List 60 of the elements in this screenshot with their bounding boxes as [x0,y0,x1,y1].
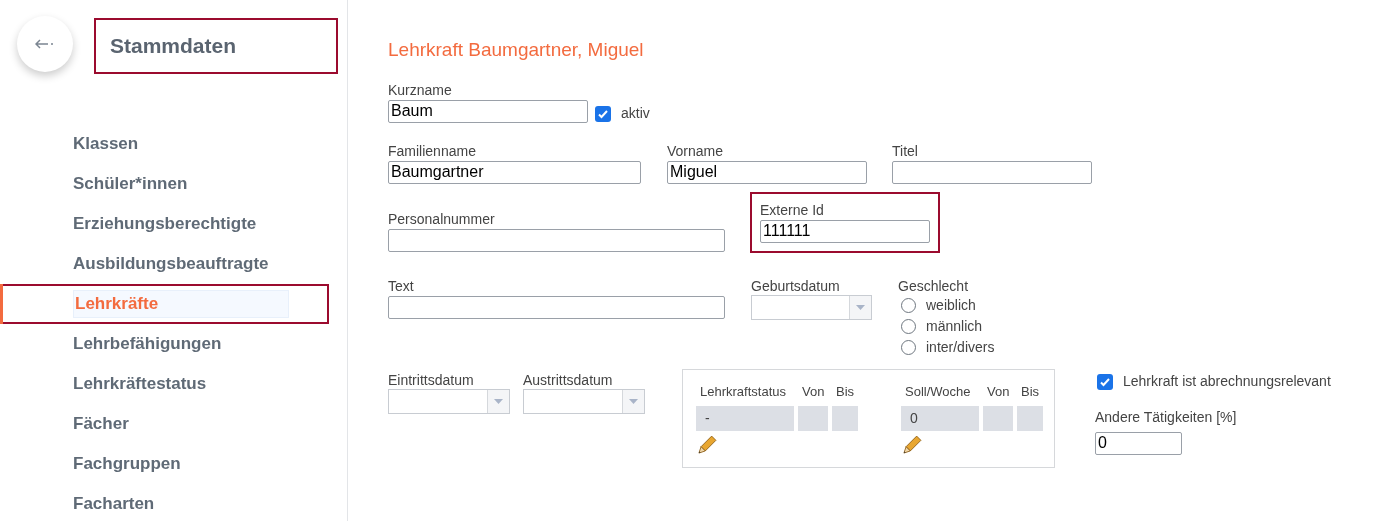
sidebar-item[interactable]: Klassen [73,131,139,157]
sidebar-title: Stammdaten [110,33,237,60]
field-label: Austrittsdatum [523,372,614,389]
sidebar-item[interactable]: Lehrkräftestatus [73,371,207,397]
sidebar-item[interactable]: Schüler*innen [73,171,188,197]
table-cell [798,406,828,431]
column-header: Bis [1020,384,1041,400]
column-header: Bis [835,384,856,400]
radio-button[interactable] [901,297,916,313]
field-label: Kurzname [388,82,453,99]
field-label: Titel [892,143,919,160]
caret-icon [629,399,638,404]
checkbox[interactable] [1097,373,1113,390]
text-field[interactable]: 0 [1095,431,1182,455]
pencil-icon[interactable] [900,435,922,457]
page-title: Lehrkraft Baumgartner, Miguel [388,38,645,62]
table-cell [1017,406,1043,431]
field-label: Personalnummer [388,211,496,228]
table-cell [832,406,858,431]
text-field[interactable] [388,228,725,252]
text-field[interactable] [388,295,725,319]
column-header: Soll/Woche [904,384,972,400]
sidebar-item[interactable]: Erziehungsberechtigte [73,211,257,237]
sidebar-item[interactable]: Lehrkräfte [73,290,289,318]
field-label: Andere Tätigkeiten [%] [1095,409,1238,426]
field-label: Text [388,278,415,295]
radio-label: männlich [926,318,983,334]
sidebar-item[interactable]: Lehrbefähigungen [73,331,222,357]
radio-label: weiblich [926,297,976,313]
text-field[interactable]: Baum [388,99,588,123]
checkbox-label: Lehrkraft ist abrechnungsrelevant [1123,372,1331,391]
checkbox-label: aktiv [621,104,650,123]
field-label: Geburtsdatum [751,278,841,295]
text-field[interactable] [892,160,1092,184]
field-label: Eintrittsdatum [388,372,475,389]
field-label: Externe Id [760,202,825,219]
radio-label: inter/divers [926,339,995,355]
table-cell: 0 [901,406,979,431]
radio-button[interactable] [901,339,916,355]
back-arrow-icon [35,39,55,49]
table-cell [983,406,1013,431]
field-label: Geschlecht [898,278,970,295]
caret-icon [494,399,503,404]
text-field[interactable]: 111111 [760,219,930,243]
column-header: Von [986,384,1011,400]
sidebar-item[interactable]: Fächer [73,411,129,437]
column-header: Lehrkraftstatus [699,384,787,400]
column-header: Von [801,384,826,400]
caret-icon [856,305,865,310]
table-cell: - [696,406,794,431]
checkbox[interactable] [595,105,611,122]
sidebar-item[interactable]: Fachgruppen [73,451,181,477]
text-field[interactable]: Baumgartner [388,160,641,184]
field-label: Familienname [388,143,477,160]
text-field[interactable]: Miguel [667,160,867,184]
radio-button[interactable] [901,318,916,334]
sidebar-item[interactable]: Ausbildungsbeauftragte [73,251,269,277]
sidebar-item[interactable]: Facharten [73,491,155,517]
field-label: Vorname [667,143,725,160]
pencil-icon[interactable] [695,435,717,457]
